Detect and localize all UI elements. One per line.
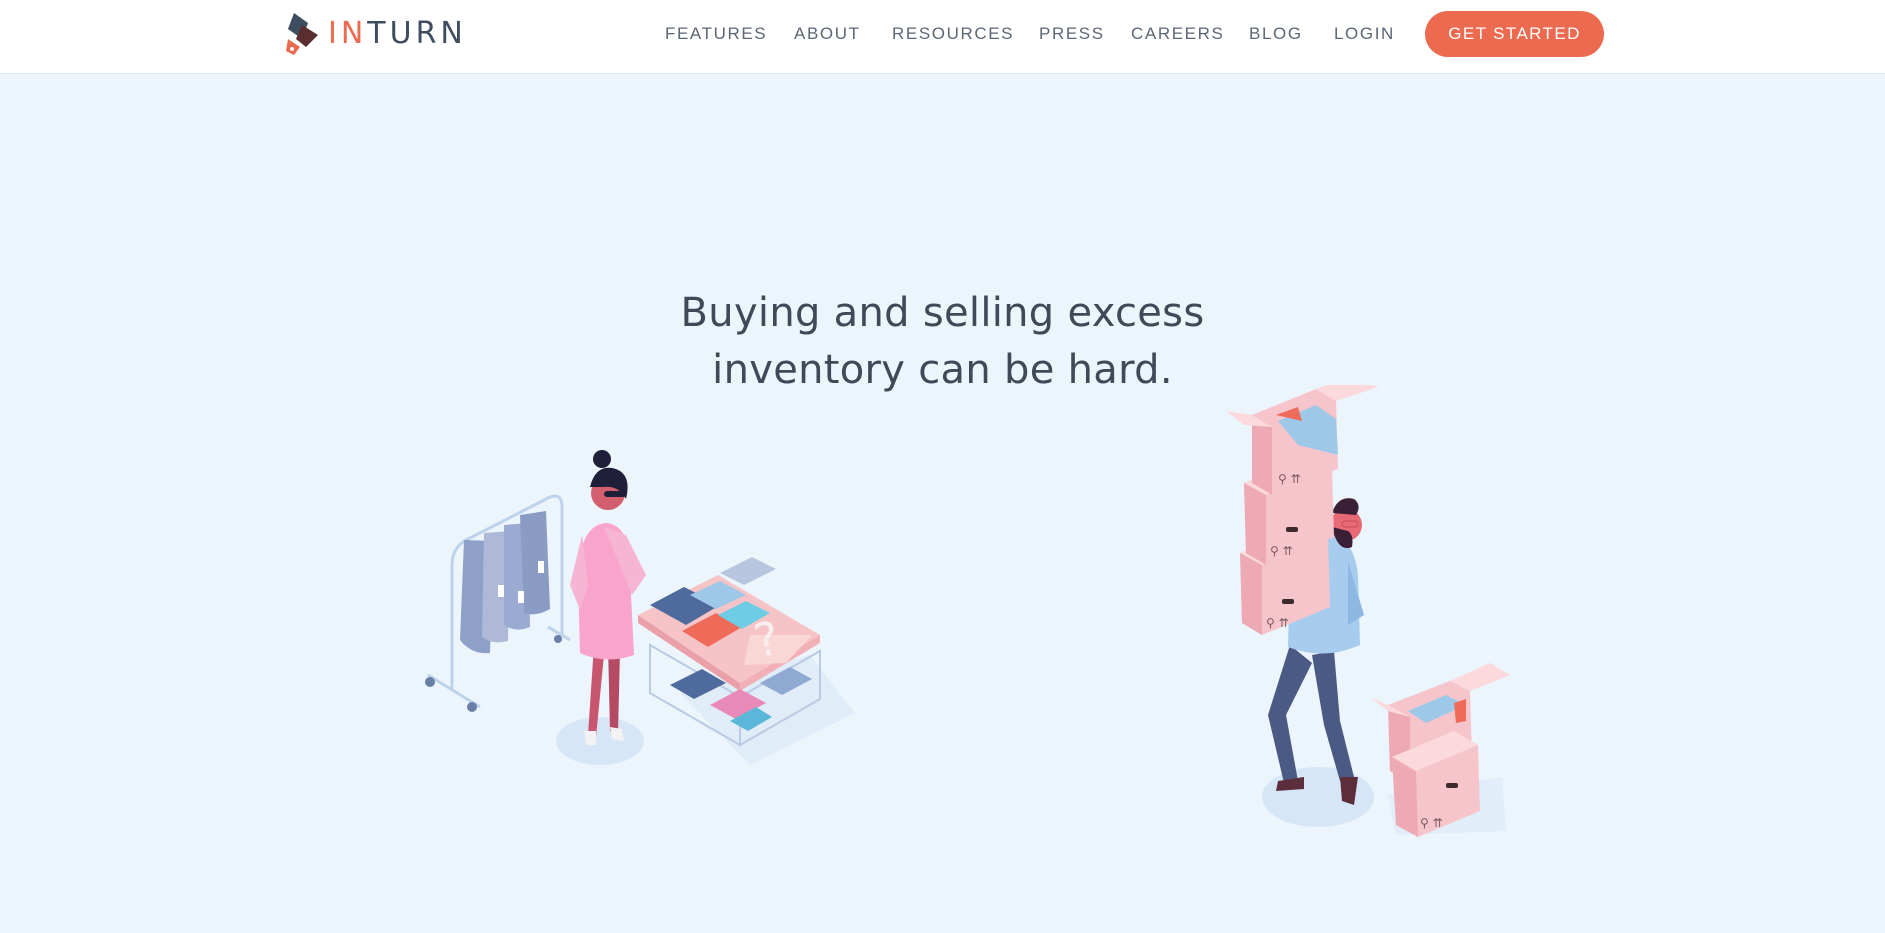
top-navbar: INTURN FEATURES ABOUT RESOURCES PRESS CA…	[0, 0, 1885, 74]
get-started-button[interactable]: GET STARTED	[1425, 11, 1604, 57]
hero-section: Buying and selling excess inventory can …	[0, 75, 1885, 933]
woman-figure	[570, 450, 646, 745]
svg-text:⚲ ⇈: ⚲ ⇈	[1270, 544, 1293, 558]
svg-text:⚲ ⇈: ⚲ ⇈	[1266, 616, 1289, 630]
svg-text:⚲ ⇈: ⚲ ⇈	[1278, 472, 1301, 486]
headline-line-2: inventory can be hard.	[712, 347, 1173, 393]
man-shadow	[1262, 767, 1374, 827]
nav-resources[interactable]: RESOURCES	[892, 24, 1014, 44]
headline-line-1: Buying and selling excess	[680, 290, 1205, 336]
clothing-rack	[425, 494, 571, 712]
svg-text:⚲ ⇈: ⚲ ⇈	[1420, 816, 1443, 830]
woman-shopping-illustration: ?	[425, 450, 855, 765]
nav-login[interactable]: LOGIN	[1334, 24, 1395, 44]
nav-press[interactable]: PRESS	[1039, 24, 1105, 44]
nav-features[interactable]: FEATURES	[665, 24, 767, 44]
hero-headline: Buying and selling excess inventory can …	[640, 285, 1245, 399]
nav-about[interactable]: ABOUT	[794, 24, 861, 44]
nav-blog[interactable]: BLOG	[1249, 24, 1303, 44]
woman-shadow	[556, 717, 644, 765]
nav-careers[interactable]: CAREERS	[1131, 24, 1224, 44]
man-carrying-boxes-illustration: ⚲ ⇈ ⚲ ⇈ ⚲ ⇈ ⚲ ⇈	[1226, 385, 1510, 837]
